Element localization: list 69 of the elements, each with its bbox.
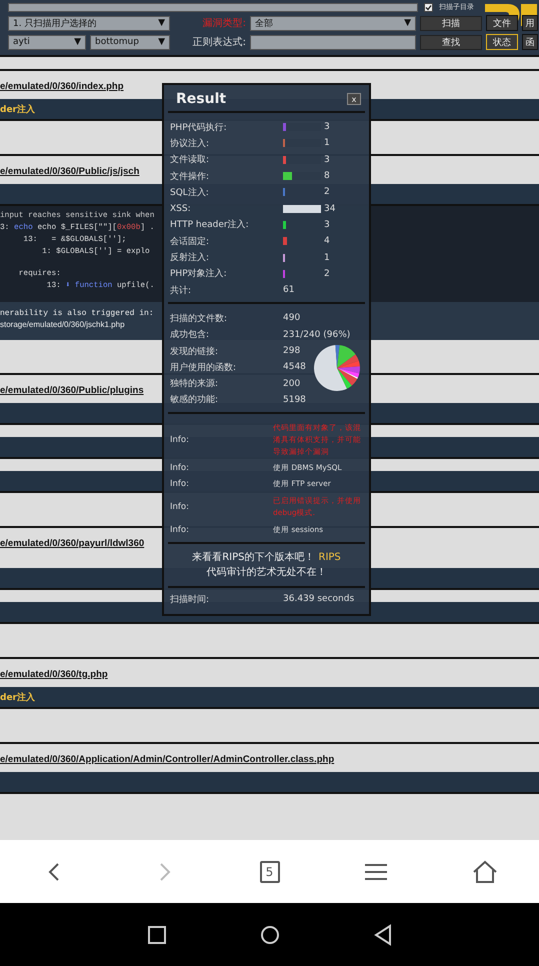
info-label: Info:: [169, 463, 190, 474]
stat-label: PHP代码执行:: [169, 122, 228, 134]
stat-value: 8: [324, 171, 330, 182]
stat-label: 扫描时间:: [169, 594, 210, 606]
status-button[interactable]: 状态: [486, 34, 518, 50]
stat-value: 3: [324, 154, 330, 165]
stat-value: 1: [324, 138, 330, 148]
dialog-title: Result: [176, 91, 226, 107]
file-link[interactable]: e/emulated/0/360/index.php: [0, 80, 124, 92]
file-link[interactable]: e/emulated/0/360/Public/js/jsch: [0, 166, 140, 176]
tabs-button[interactable]: 5: [260, 860, 280, 882]
info-label: Info:: [169, 435, 190, 446]
close-button[interactable]: x: [347, 93, 361, 105]
stat-value: 36.439 seconds: [283, 594, 354, 604]
stat-label: 扫描的文件数:: [169, 312, 228, 325]
find-button[interactable]: 查找: [420, 34, 482, 50]
scan-button[interactable]: 扫描: [420, 16, 482, 30]
slogan-text: 代码审计的艺术无处不在！: [206, 566, 326, 580]
vuln-type-select[interactable]: 全部 ▼: [250, 16, 416, 30]
stat-label: XSS:: [169, 204, 192, 214]
file-link[interactable]: e/emulated/0/360/Public/plugins: [0, 384, 144, 396]
stat-value: 4548: [283, 362, 306, 372]
stat-label: 会话固定:: [169, 236, 210, 248]
regex-label: 正则表达式:: [192, 36, 246, 49]
rips-link[interactable]: RIPS: [318, 550, 341, 566]
info-label: Info:: [169, 525, 190, 536]
stat-value: 3: [324, 220, 330, 230]
stat-label: SQL注入:: [169, 186, 210, 199]
stat-label: 文件读取:: [169, 154, 210, 166]
file-link[interactable]: e/emulated/0/360/payurl/ldwl360: [0, 538, 144, 548]
style-select[interactable]: ayti ▼: [8, 34, 86, 50]
stat-value: 490: [283, 313, 300, 324]
promo-text: 来看看RIPS的下个版本吧！: [192, 550, 314, 566]
functions-button[interactable]: 函: [522, 34, 538, 50]
stat-value: 61: [283, 285, 294, 296]
vuln-type-label: 漏洞类型:: [202, 16, 246, 30]
stat-label: HTTP header注入:: [169, 218, 250, 232]
stat-value: 4: [324, 236, 330, 246]
stat-value: 231/240 (96%): [283, 330, 350, 340]
stat-label: 共计:: [169, 284, 192, 297]
stat-value: 200: [283, 378, 300, 389]
stat-label: 发现的链接:: [169, 346, 220, 358]
info-label: Info:: [169, 502, 190, 512]
note-text: nerability is also triggered in:: [0, 308, 154, 319]
stat-value: 2: [324, 268, 330, 279]
stat-label: 成功包含:: [169, 328, 210, 342]
mode-select[interactable]: 1. 只扫描用户选择的 ▼: [8, 16, 170, 30]
stat-label: 文件操作:: [169, 170, 210, 183]
stat-label: 独特的来源:: [169, 378, 220, 390]
stat-value: 3: [324, 122, 330, 132]
order-select[interactable]: bottomup ▼: [90, 34, 170, 50]
stat-value: 34: [324, 204, 336, 214]
file-link[interactable]: e/emulated/0/360/tg.php: [0, 668, 108, 680]
files-button[interactable]: 文件: [486, 15, 518, 31]
stat-value: 5198: [283, 394, 306, 405]
stat-label: 用户使用的函数:: [169, 362, 238, 374]
stat-label: 协议注入:: [169, 138, 210, 150]
stat-label: PHP对象注入:: [169, 268, 228, 280]
stat-label: 反射注入:: [169, 252, 210, 264]
vuln-type-heading: der注入: [0, 691, 35, 704]
stat-value: 298: [283, 346, 300, 356]
file-link[interactable]: e/emulated/0/360/Application/Admin/Controller/AdminController.class.php: [0, 754, 334, 764]
vuln-type-heading: der注入: [0, 103, 35, 116]
user-button[interactable]: 用: [522, 15, 538, 31]
stat-value: 1: [324, 252, 330, 263]
info-label: Info:: [169, 479, 190, 490]
file-path: storage/emulated/0/360/jschk1.php: [0, 319, 125, 330]
stat-value: 2: [324, 187, 330, 198]
stat-label: 敏感的功能:: [169, 394, 220, 406]
